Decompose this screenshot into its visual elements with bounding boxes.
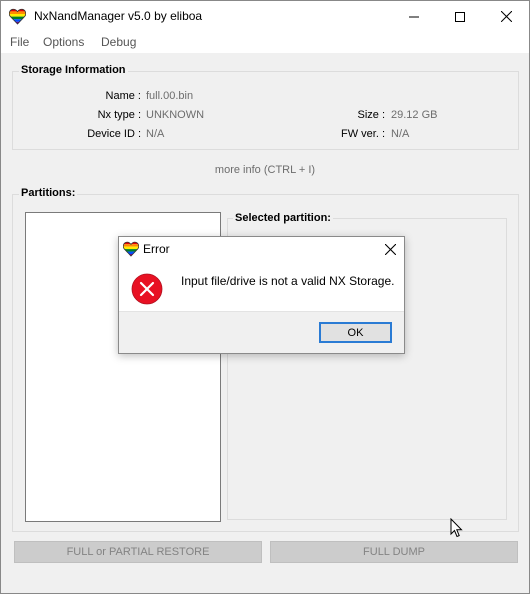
menu-debug[interactable]: Debug — [101, 35, 136, 49]
device-id-value: N/A — [146, 128, 165, 140]
minimize-icon — [409, 16, 419, 17]
storage-info-heading: Storage Information — [19, 64, 128, 76]
rainbow-heart-icon — [123, 241, 139, 257]
dialog-message: Input file/drive is not a valid NX Stora… — [181, 274, 395, 288]
error-dialog: Error Input file/drive is not a valid NX… — [118, 236, 405, 354]
rainbow-heart-icon — [9, 8, 26, 25]
selected-partition-heading: Selected partition: — [233, 212, 333, 224]
nx-type-label: Nx type : — [97, 109, 141, 121]
error-icon — [131, 273, 163, 305]
maximize-button[interactable] — [437, 1, 483, 32]
close-icon — [384, 243, 396, 255]
size-label: Size : — [357, 109, 385, 121]
partitions-heading: Partitions: — [19, 187, 78, 199]
close-button[interactable] — [483, 1, 529, 32]
menu-bar: File Options Debug — [1, 32, 529, 53]
dialog-close-button[interactable] — [382, 241, 398, 257]
maximize-icon — [455, 11, 465, 22]
menu-options[interactable]: Options — [43, 35, 84, 49]
restore-button[interactable]: FULL or PARTIAL RESTORE — [14, 541, 262, 563]
minimize-button[interactable] — [391, 1, 437, 32]
dialog-title: Error — [143, 242, 170, 256]
dialog-footer: OK — [119, 311, 404, 353]
fw-version-value: N/A — [391, 128, 410, 140]
fw-version-label: FW ver. : — [341, 128, 385, 140]
name-label: Name : — [105, 90, 141, 102]
title-bar[interactable]: NxNandManager v5.0 by eliboa — [1, 1, 529, 32]
close-icon — [500, 11, 512, 22]
nx-type-value: UNKNOWN — [146, 109, 205, 121]
window-title: NxNandManager v5.0 by eliboa — [34, 9, 203, 23]
mouse-pointer-icon — [450, 518, 463, 538]
main-window: NxNandManager v5.0 by eliboa File Option… — [0, 0, 530, 594]
menu-file[interactable]: File — [10, 35, 29, 49]
device-id-label: Device ID : — [87, 128, 141, 140]
size-value: 29.12 GB — [391, 109, 438, 121]
more-info-link[interactable]: more info (CTRL + I) — [1, 164, 529, 176]
name-value: full.00.bin — [146, 90, 194, 102]
ok-button[interactable]: OK — [319, 322, 392, 343]
full-dump-button[interactable]: FULL DUMP — [270, 541, 518, 563]
